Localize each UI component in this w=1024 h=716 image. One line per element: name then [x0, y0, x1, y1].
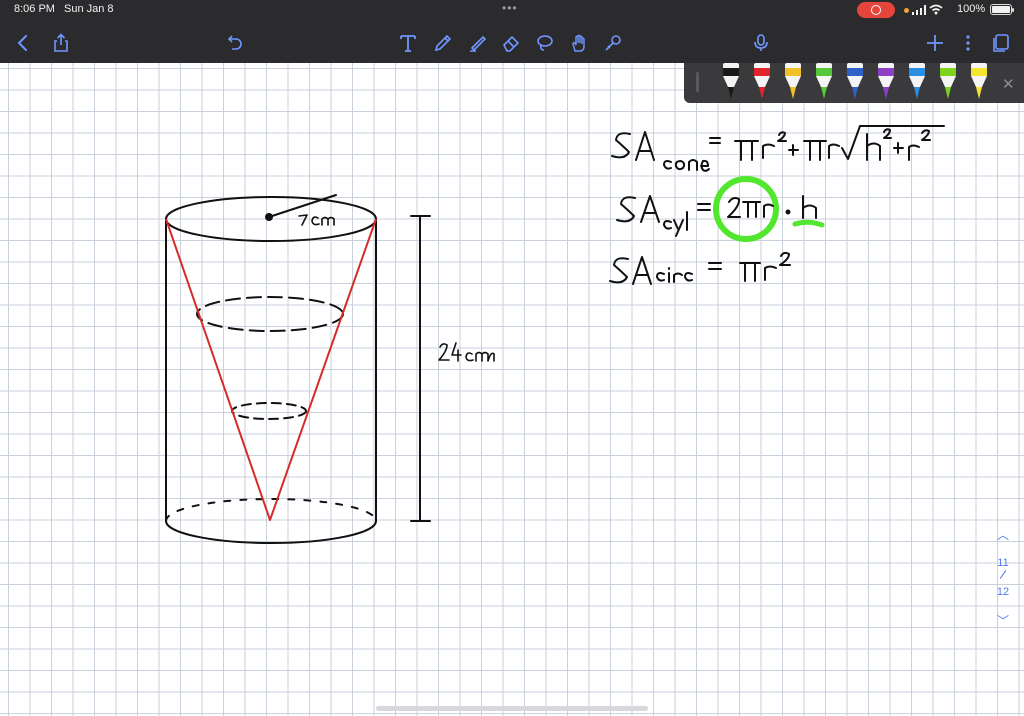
note-canvas[interactable]: [0, 63, 1024, 716]
wifi-icon: [929, 4, 943, 15]
pen-color-swatch[interactable]: [751, 63, 773, 103]
battery-percent: 100%: [957, 3, 986, 15]
close-icon[interactable]: ✕: [1002, 75, 1015, 93]
pages-icon[interactable]: [988, 30, 1014, 56]
battery-icon: [990, 4, 1014, 15]
pen-tool-icon[interactable]: [430, 30, 456, 56]
page-separator: [999, 570, 1007, 579]
cellular-signal-icon: [912, 5, 926, 15]
tray-handle-icon[interactable]: [696, 72, 699, 92]
hand-icon[interactable]: [566, 30, 592, 56]
more-icon[interactable]: [955, 30, 981, 56]
highlighter-icon[interactable]: [464, 30, 490, 56]
add-page-icon[interactable]: [922, 30, 948, 56]
top-bar: 8:06 PM Sun Jan 8 ••• 100%: [0, 0, 1024, 63]
text-tool-icon[interactable]: [395, 30, 421, 56]
pen-color-swatch[interactable]: [844, 63, 866, 103]
total-pages-number: 12: [996, 586, 1010, 598]
mic-indicator-icon: [904, 8, 909, 13]
lasso-icon[interactable]: [532, 30, 558, 56]
pen-color-swatch[interactable]: [782, 63, 804, 103]
undo-icon[interactable]: [221, 30, 247, 56]
share-icon[interactable]: [48, 30, 74, 56]
pen-color-swatch[interactable]: [720, 63, 742, 103]
multitasking-dots-icon[interactable]: •••: [502, 1, 518, 15]
current-page-number: 11: [997, 557, 1009, 569]
laser-pointer-icon[interactable]: [600, 30, 626, 56]
pen-color-swatch[interactable]: [968, 63, 990, 103]
pen-color-swatch[interactable]: [813, 63, 835, 103]
home-indicator[interactable]: [376, 706, 648, 711]
screen-recording-icon[interactable]: [857, 2, 895, 18]
page-up-icon[interactable]: ︿: [997, 526, 1009, 543]
pen-color-swatch[interactable]: [906, 63, 928, 103]
page-down-icon[interactable]: ﹀: [997, 612, 1009, 629]
pen-color-swatch[interactable]: [875, 63, 897, 103]
pen-color-swatch[interactable]: [937, 63, 959, 103]
status-time: 8:06 PM: [14, 3, 55, 15]
status-date: Sun Jan 8: [64, 3, 114, 15]
microphone-icon[interactable]: [748, 30, 774, 56]
eraser-icon[interactable]: [498, 30, 524, 56]
page-indicator: ︿ 11 12 ﹀: [990, 526, 1016, 629]
pen-color-tray: ✕: [684, 63, 1024, 103]
back-icon[interactable]: [10, 30, 36, 56]
